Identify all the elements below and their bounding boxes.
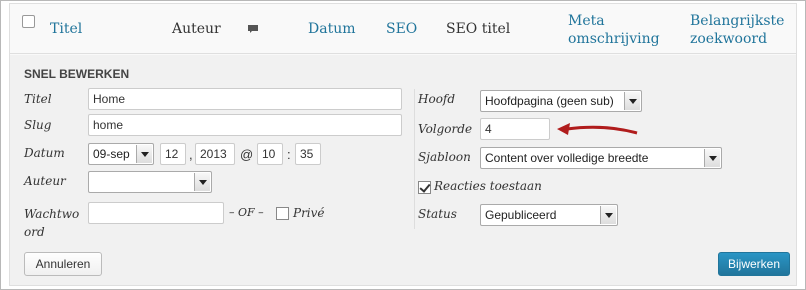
- parent-select[interactable]: Hoofdpagina (geen sub): [480, 90, 642, 112]
- column-meta-line2: omschrijving: [568, 31, 660, 47]
- update-button[interactable]: Bijwerken: [718, 252, 790, 276]
- chevron-down-icon: [600, 206, 616, 224]
- password-label: Wachtwo ord: [24, 205, 79, 241]
- date-year-input[interactable]: 2013: [195, 143, 235, 165]
- chevron-down-icon: [704, 149, 720, 167]
- slug-label: Slug: [24, 118, 52, 132]
- status-select[interactable]: Gepubliceerd: [480, 204, 618, 226]
- date-month-value: 09-sep: [93, 147, 130, 161]
- template-select[interactable]: Content over volledige breedte: [480, 147, 722, 169]
- template-label: Sjabloon: [418, 150, 471, 164]
- parent-value: Hoofdpagina (geen sub): [485, 94, 614, 108]
- slug-input[interactable]: home: [88, 114, 402, 136]
- table-header: Titel Auteur Datum SEO SEO titel Meta om…: [10, 4, 796, 54]
- date-hour-input[interactable]: 10: [257, 143, 283, 165]
- title-label: Titel: [24, 92, 52, 106]
- date-month-select[interactable]: 09-sep: [88, 143, 154, 165]
- screenshot-frame: Titel Auteur Datum SEO SEO titel Meta om…: [0, 0, 806, 290]
- order-label: Volgorde: [418, 122, 473, 136]
- column-focus-keyword[interactable]: Belangrijkste zoekwoord: [690, 12, 784, 48]
- private-checkbox[interactable]: [276, 207, 289, 220]
- column-title[interactable]: Titel: [50, 21, 82, 37]
- comment-icon[interactable]: [247, 24, 259, 34]
- private-label: Privé: [293, 206, 325, 220]
- date-label: Datum: [24, 146, 65, 160]
- quick-edit-heading: SNEL BEWERKEN: [24, 67, 130, 81]
- quick-edit-panel: SNEL BEWERKEN Titel Home Slug home Datum…: [10, 55, 796, 285]
- date-colon: :: [287, 147, 291, 162]
- cancel-button[interactable]: Annuleren: [24, 252, 102, 276]
- column-seo[interactable]: SEO: [386, 21, 417, 37]
- date-day-input[interactable]: 12: [160, 143, 186, 165]
- column-author: Auteur: [172, 21, 221, 37]
- column-meta-line1: Meta: [568, 13, 605, 29]
- parent-label: Hoofd: [418, 92, 456, 106]
- comments-checkbox[interactable]: [418, 181, 431, 194]
- or-separator: – OF –: [229, 206, 264, 219]
- column-date[interactable]: Datum: [308, 21, 356, 37]
- template-value: Content over volledige breedte: [485, 151, 649, 165]
- chevron-down-icon: [194, 173, 210, 191]
- comments-label: Reacties toestaan: [434, 179, 542, 193]
- date-comma: ,: [189, 147, 193, 162]
- column-keyword-line1: Belangrijkste: [690, 13, 785, 29]
- column-divider: [414, 89, 415, 229]
- column-seo-title: SEO titel: [446, 21, 511, 37]
- title-input[interactable]: Home: [88, 88, 402, 110]
- table-container: Titel Auteur Datum SEO SEO titel Meta om…: [9, 3, 797, 286]
- status-value: Gepubliceerd: [485, 208, 557, 222]
- annotation-arrow-icon: [557, 123, 638, 135]
- date-minute-input[interactable]: 35: [295, 143, 321, 165]
- order-input[interactable]: 4: [480, 118, 550, 140]
- select-all-checkbox[interactable]: [22, 15, 35, 28]
- password-label-line1: Wachtwo: [24, 207, 80, 221]
- author-select[interactable]: [88, 171, 212, 193]
- author-label: Auteur: [24, 174, 66, 188]
- date-at: @: [240, 147, 254, 162]
- status-label: Status: [418, 207, 457, 221]
- password-label-line2: ord: [24, 225, 45, 239]
- chevron-down-icon: [624, 92, 640, 110]
- column-meta-description[interactable]: Meta omschrijving: [568, 12, 660, 48]
- column-keyword-line2: zoekwoord: [690, 31, 768, 47]
- password-input[interactable]: [88, 202, 224, 224]
- chevron-down-icon: [136, 145, 152, 163]
